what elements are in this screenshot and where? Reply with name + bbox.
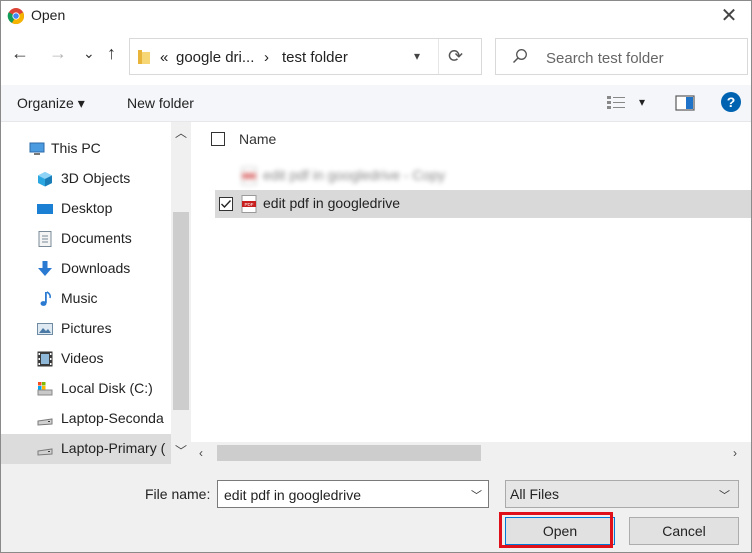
view-list-icon[interactable] xyxy=(607,95,627,111)
svg-text:PDF: PDF xyxy=(245,202,254,207)
sidebar-scrollbar[interactable]: ︿ ﹀ xyxy=(171,122,191,464)
address-overflow[interactable]: « xyxy=(160,49,168,66)
close-icon: ✕ xyxy=(720,4,738,27)
cancel-button[interactable]: Cancel xyxy=(629,517,739,545)
folder-icon xyxy=(138,50,150,64)
drive-icon xyxy=(37,448,53,456)
sidebar-item-videos[interactable]: Videos xyxy=(1,344,171,374)
organize-button[interactable]: Organize ▾ xyxy=(17,95,85,112)
file-row-selected[interactable]: PDF edit pdf in googledrive xyxy=(215,190,751,218)
breadcrumb-separator[interactable]: › xyxy=(264,49,269,66)
pictures-icon xyxy=(37,323,53,335)
preview-pane-icon[interactable] xyxy=(675,95,695,111)
breadcrumb-test-folder[interactable]: test folder xyxy=(282,49,348,66)
file-name-label: File name: xyxy=(145,486,211,502)
pdf-icon xyxy=(241,167,257,185)
file-name-combobox[interactable]: ﹀ xyxy=(217,480,489,508)
sidebar-item-3d-objects[interactable]: 3D Objects xyxy=(1,164,171,194)
view-options-dropdown[interactable]: ▾ xyxy=(639,95,645,109)
file-name: edit pdf in googledrive - Copy xyxy=(263,167,446,183)
help-label: ? xyxy=(726,94,736,110)
music-icon xyxy=(40,291,51,306)
recent-locations-button[interactable]: ⌄ xyxy=(83,45,95,62)
file-row[interactable]: edit pdf in googledrive - Copy xyxy=(215,162,751,190)
dialog-footer: File name: ﹀ All Files ﹀ Open Cancel xyxy=(1,464,751,552)
command-bar: Organize ▾ New folder ▾ ? xyxy=(1,85,751,121)
chevron-down-icon[interactable]: ﹀ xyxy=(175,442,187,459)
file-list-horizontal-scrollbar[interactable]: ‹ › xyxy=(191,442,751,464)
sidebar-item-desktop[interactable]: Desktop xyxy=(1,194,171,224)
open-dialog: Open ✕ ← → ⌄ ↑ « google dri... › test fo… xyxy=(0,0,752,553)
sidebar-item-label: Documents xyxy=(61,230,132,246)
sidebar-item-label: Desktop xyxy=(61,200,113,216)
drive-icon xyxy=(37,418,53,426)
sidebar-item-label: 3D Objects xyxy=(61,170,131,186)
downloads-icon xyxy=(38,261,52,276)
checkmark-icon xyxy=(221,200,232,209)
documents-icon xyxy=(38,231,52,247)
chevron-left-icon[interactable]: ‹ xyxy=(199,446,203,460)
this-pc-icon xyxy=(29,142,45,155)
search-icon xyxy=(512,49,527,64)
navigation-pane: This PC 3D Objects Desktop Documents Dow… xyxy=(1,122,191,464)
chevron-down-icon[interactable]: ▾ xyxy=(414,49,420,63)
sidebar-item-pictures[interactable]: Pictures xyxy=(1,314,171,344)
column-name-header[interactable]: Name xyxy=(239,131,276,147)
sidebar-item-label: Videos xyxy=(61,350,104,366)
sidebar-item-label: This PC xyxy=(51,140,101,156)
chevron-right-icon[interactable]: › xyxy=(733,446,737,460)
local-disk-icon xyxy=(37,382,53,396)
sidebar-item-laptop-secondary[interactable]: Laptop-Seconda xyxy=(1,404,171,434)
pdf-icon: PDF xyxy=(241,195,257,213)
select-all-checkbox[interactable] xyxy=(211,132,225,146)
desktop-icon xyxy=(37,204,53,214)
refresh-icon[interactable]: ⟳ xyxy=(448,46,463,67)
close-button[interactable]: ✕ xyxy=(707,1,751,29)
file-name: edit pdf in googledrive xyxy=(263,195,400,211)
chevron-up-icon[interactable]: ︿ xyxy=(175,124,187,141)
up-button[interactable]: ↑ xyxy=(107,43,116,64)
title-bar: Open ✕ xyxy=(1,1,751,29)
sidebar-item-music[interactable]: Music xyxy=(1,284,171,314)
file-list: Name edit pdf in googledrive - Copy PDF … xyxy=(191,122,751,442)
file-name-input[interactable] xyxy=(222,485,466,505)
sidebar-item-label: Pictures xyxy=(61,320,112,336)
forward-button[interactable]: → xyxy=(49,43,67,64)
sidebar-item-local-disk[interactable]: Local Disk (C:) xyxy=(1,374,171,404)
open-button[interactable]: Open xyxy=(505,517,615,545)
search-input[interactable] xyxy=(544,47,743,69)
3d-objects-icon xyxy=(38,172,52,187)
chevron-down-icon[interactable]: ﹀ xyxy=(471,487,482,503)
search-box[interactable] xyxy=(495,38,748,75)
sidebar-item-laptop-primary[interactable]: Laptop-Primary ( xyxy=(1,434,171,464)
sidebar-item-label: Local Disk (C:) xyxy=(61,380,153,396)
scrollbar-thumb[interactable] xyxy=(173,212,189,410)
sidebar-item-this-pc[interactable]: This PC xyxy=(1,134,171,164)
file-checkbox[interactable] xyxy=(219,197,233,211)
column-header: Name xyxy=(211,130,731,154)
sidebar-item-documents[interactable]: Documents xyxy=(1,224,171,254)
scrollbar-thumb[interactable] xyxy=(217,445,481,461)
window-title: Open xyxy=(31,7,66,23)
file-type-value: All Files xyxy=(510,486,560,502)
address-divider xyxy=(438,39,439,74)
sidebar-item-label: Music xyxy=(61,290,98,306)
chevron-down-icon[interactable]: ﹀ xyxy=(719,487,730,503)
file-type-select[interactable]: All Files ﹀ xyxy=(505,480,739,508)
address-bar[interactable]: « google dri... › test folder ▾ ⟳ xyxy=(129,38,482,75)
videos-icon xyxy=(37,351,53,367)
sidebar-item-label: Laptop-Seconda xyxy=(61,410,164,426)
back-button[interactable]: ← xyxy=(11,43,29,64)
sidebar-item-label: Downloads xyxy=(61,260,131,276)
new-folder-button[interactable]: New folder xyxy=(127,95,194,111)
sidebar-item-label: Laptop-Primary ( xyxy=(61,440,166,456)
breadcrumb-google-drive[interactable]: google dri... xyxy=(176,49,254,66)
chrome-icon xyxy=(7,8,25,25)
sidebar-item-downloads[interactable]: Downloads xyxy=(1,254,171,284)
help-icon[interactable]: ? xyxy=(721,92,741,112)
